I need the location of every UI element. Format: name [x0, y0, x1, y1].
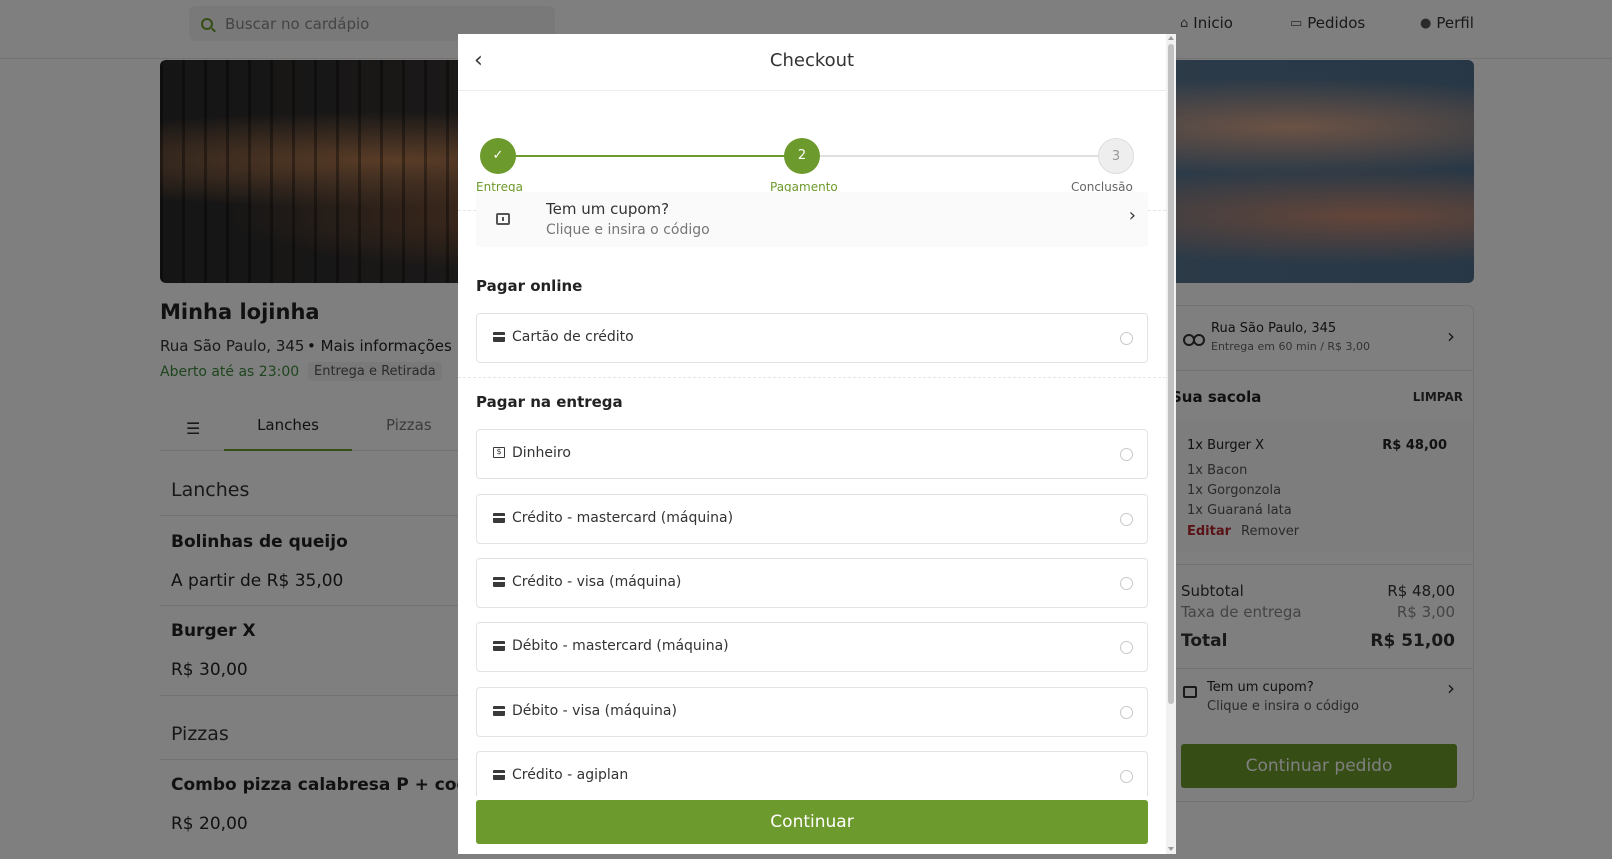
credit-card-icon — [493, 706, 505, 716]
scrollbar-thumb[interactable] — [1168, 44, 1174, 704]
radio-button[interactable] — [1120, 577, 1133, 590]
step-remaining-line — [802, 155, 1122, 157]
scroll-up-arrow-icon[interactable] — [1168, 36, 1174, 40]
modal-header: ‹ Checkout — [458, 34, 1166, 91]
radio-button[interactable] — [1120, 770, 1133, 783]
credit-card-icon — [493, 577, 505, 587]
payment-option-label: Débito - mastercard (máquina) — [512, 638, 729, 654]
credit-card-icon — [493, 770, 505, 780]
divider — [458, 377, 1166, 378]
payment-option-credit-agiplan[interactable]: Crédito - agiplan — [476, 751, 1148, 801]
radio-button[interactable] — [1120, 641, 1133, 654]
continue-button[interactable]: Continuar — [476, 800, 1148, 844]
chevron-right-icon: › — [1128, 205, 1136, 226]
radio-button[interactable] — [1120, 706, 1133, 719]
step-2-number: 2 — [784, 138, 820, 174]
step-1-check-icon: ✓ — [480, 138, 516, 174]
modal-title: Checkout — [769, 50, 855, 71]
cash-icon: $ — [493, 447, 505, 458]
payment-option-credit-visa[interactable]: Crédito - visa (máquina) — [476, 558, 1148, 608]
payment-option-debit-mastercard[interactable]: Débito - mastercard (máquina) — [476, 622, 1148, 672]
radio-button[interactable] — [1120, 448, 1133, 461]
coupon-card[interactable]: Tem um cupom? Clique e insira o código › — [476, 192, 1148, 247]
radio-button[interactable] — [1120, 513, 1133, 526]
payment-option-debit-visa[interactable]: Débito - visa (máquina) — [476, 687, 1148, 737]
checkout-modal: ‹ Checkout ✓ Entrega 2 Pagamento 3 Concl… — [458, 34, 1176, 854]
coupon-title: Tem um cupom? — [546, 200, 670, 218]
step-3-number: 3 — [1098, 138, 1134, 174]
payment-option-label: Crédito - visa (máquina) — [512, 574, 682, 590]
step-progress-line — [498, 155, 802, 157]
payment-option-label: Débito - visa (máquina) — [512, 703, 677, 719]
credit-card-icon — [493, 641, 505, 651]
payment-option-credit-card[interactable]: Cartão de crédito — [476, 313, 1148, 363]
payment-option-label: Crédito - agiplan — [512, 767, 629, 783]
payment-option-label: Crédito - mastercard (máquina) — [512, 510, 734, 526]
credit-card-icon — [493, 513, 505, 523]
payment-option-cash[interactable]: $ Dinheiro — [476, 429, 1148, 479]
modal-scrollbar[interactable] — [1166, 34, 1176, 854]
radio-button[interactable] — [1120, 332, 1133, 345]
scroll-down-arrow-icon[interactable] — [1168, 847, 1174, 851]
modal-footer: Continuar — [458, 796, 1166, 854]
payment-option-label: Dinheiro — [512, 445, 571, 461]
ticket-icon — [496, 213, 510, 225]
credit-card-icon — [493, 332, 505, 342]
pay-online-title: Pagar online — [476, 277, 583, 295]
payment-option-credit-mastercard[interactable]: Crédito - mastercard (máquina) — [476, 494, 1148, 544]
coupon-subtitle: Clique e insira o código — [546, 222, 710, 238]
payment-option-label: Cartão de crédito — [512, 329, 634, 345]
pay-on-delivery-title: Pagar na entrega — [476, 393, 623, 411]
